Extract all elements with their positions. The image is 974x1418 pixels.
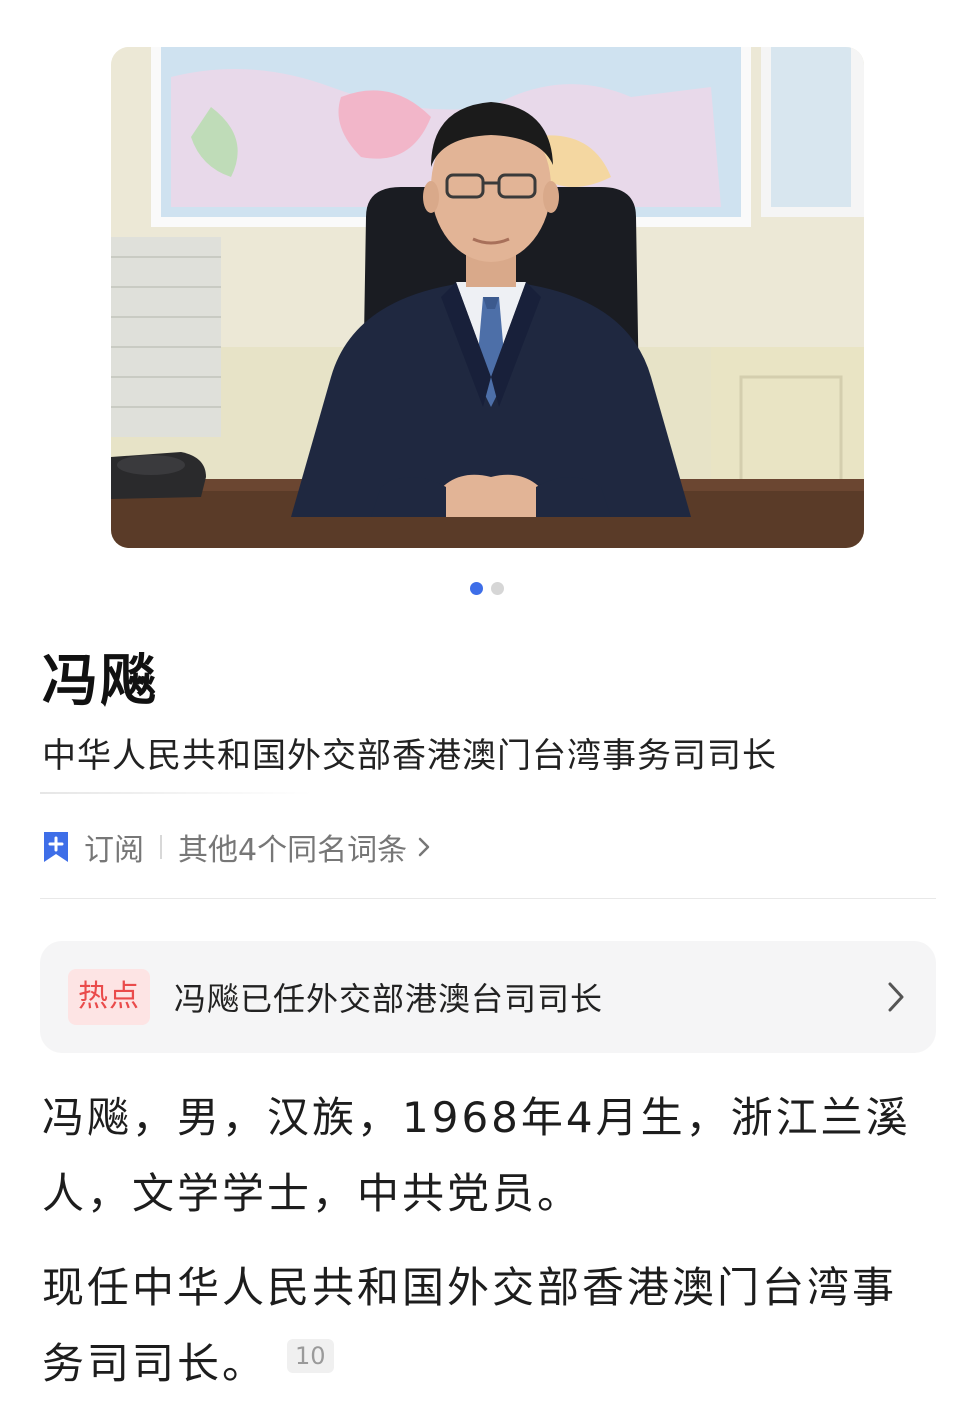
subscribe-button[interactable]: 订阅	[84, 825, 144, 869]
hot-topic-card[interactable]: 热点 冯飚已任外交部港澳台司司长	[40, 941, 936, 1053]
carousel-indicator	[0, 580, 974, 599]
profile-photo[interactable]	[111, 47, 864, 548]
reference-marker[interactable]: 10	[287, 1339, 334, 1373]
hot-badge: 热点	[68, 969, 150, 1025]
entry-title: 冯飚	[42, 649, 158, 714]
bookmark-plus-icon[interactable]	[42, 830, 70, 864]
position-text: 现任中华人民共和国外交部香港澳门台湾事务司司长。	[42, 1263, 898, 1388]
intro-paragraph: 冯飚，男，汉族，1968年4月生，浙江兰溪人，文学学士，中共党员。	[42, 1093, 911, 1218]
entry-meta-row: 订阅 其他4个同名词条	[42, 825, 431, 869]
homonyms-link[interactable]: 其他4个同名词条	[178, 825, 407, 869]
chevron-right-icon	[418, 837, 430, 857]
carousel-dot-active[interactable]	[470, 582, 483, 595]
entry-subtitle: 中华人民共和国外交部香港澳门台湾事务司司长	[42, 736, 777, 776]
hot-topic-text[interactable]: 冯飚已任外交部港澳台司司长	[174, 974, 886, 1020]
position-paragraph: 现任中华人民共和国外交部香港澳门台湾事务司司长。 10	[42, 1250, 938, 1402]
separator	[160, 835, 162, 859]
divider	[40, 898, 936, 899]
chevron-right-icon[interactable]	[886, 980, 906, 1014]
carousel-dot[interactable]	[491, 582, 504, 595]
divider	[40, 792, 312, 794]
office-portrait-illustration	[111, 47, 864, 548]
